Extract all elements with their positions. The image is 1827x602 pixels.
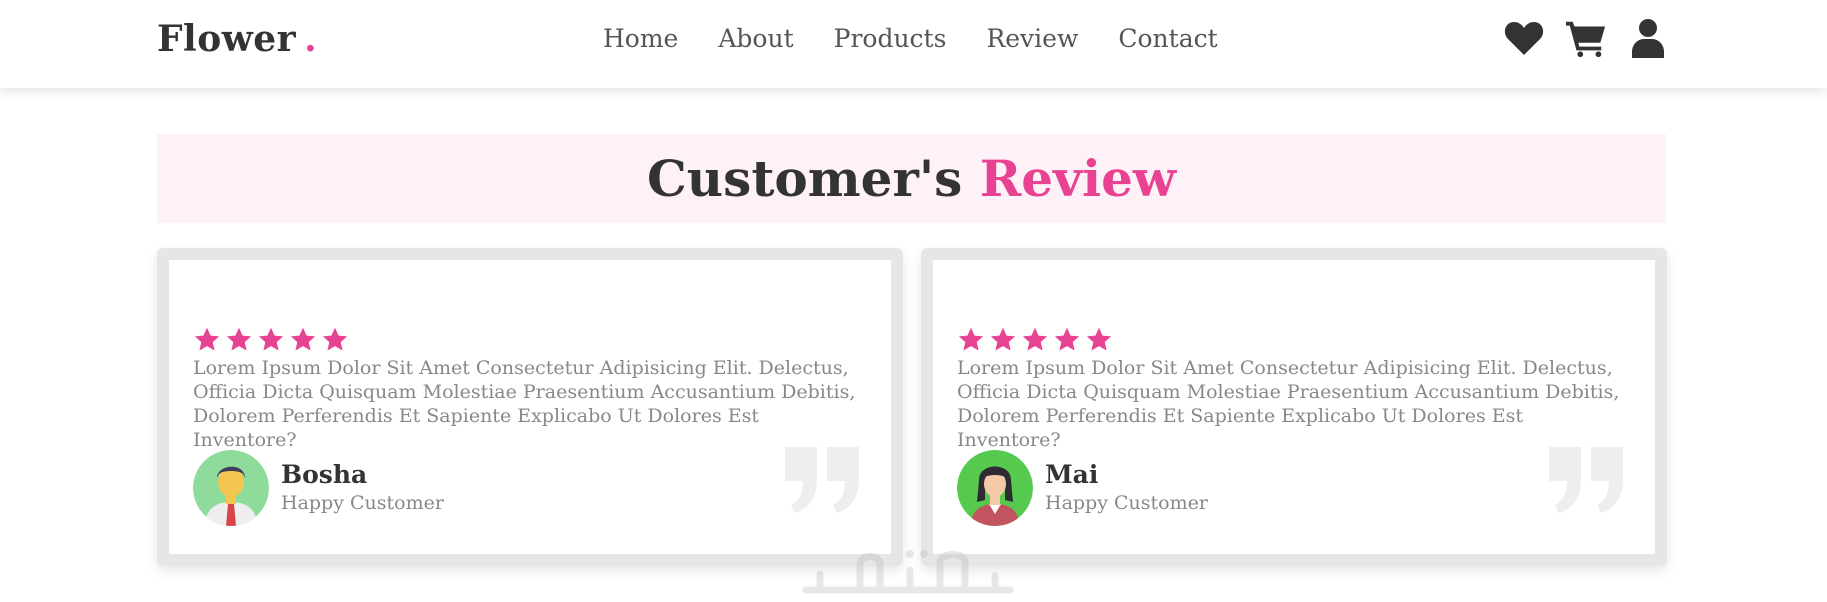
nav-products[interactable]: Products xyxy=(834,24,947,53)
star-icon xyxy=(258,327,284,351)
star-icon xyxy=(1054,327,1080,351)
site-header: Flower. Home About Products Review Conta… xyxy=(0,0,1827,88)
reviewer-role: Happy Customer xyxy=(281,492,444,514)
main-nav: Home About Products Review Contact xyxy=(603,24,1218,53)
star-icon xyxy=(226,327,252,351)
quote-icon xyxy=(785,447,859,513)
review-text: Lorem Ipsum Dolor Sit Amet Consectetur A… xyxy=(193,357,856,451)
star-rating xyxy=(193,326,349,354)
reviewer-name: Mai xyxy=(1045,460,1099,489)
nav-contact[interactable]: Contact xyxy=(1118,24,1217,53)
star-icon xyxy=(990,327,1016,351)
user-icon[interactable] xyxy=(1627,17,1669,59)
star-icon xyxy=(322,327,348,351)
nav-review[interactable]: Review xyxy=(986,24,1078,53)
logo-dot: . xyxy=(304,18,318,60)
star-rating xyxy=(957,326,1113,354)
watermark-logo xyxy=(802,550,1014,594)
avatar xyxy=(957,450,1033,526)
star-icon xyxy=(958,327,984,351)
star-icon xyxy=(1022,327,1048,351)
review-text: Lorem Ipsum Dolor Sit Amet Consectetur A… xyxy=(957,357,1620,451)
header-icons xyxy=(1503,17,1669,59)
section-heading-box: Customer's Review xyxy=(157,134,1666,223)
review-card: Lorem Ipsum Dolor Sit Amet Consectetur A… xyxy=(921,248,1667,566)
star-icon xyxy=(290,327,316,351)
reviewer-name: Bosha xyxy=(281,460,368,489)
reviewer-role: Happy Customer xyxy=(1045,492,1208,514)
logo-text: Flower xyxy=(157,18,297,60)
section-title-accent: Review xyxy=(979,149,1176,208)
star-icon xyxy=(194,327,220,351)
review-card: Lorem Ipsum Dolor Sit Amet Consectetur A… xyxy=(157,248,903,566)
star-icon xyxy=(1086,327,1112,351)
quote-icon xyxy=(1549,447,1623,513)
nav-about[interactable]: About xyxy=(718,24,793,53)
cart-icon[interactable] xyxy=(1565,17,1607,59)
section-title-main: Customer's xyxy=(647,149,963,208)
avatar xyxy=(193,450,269,526)
nav-home[interactable]: Home xyxy=(603,24,678,53)
section-title: Customer's Review xyxy=(647,149,1176,208)
heart-icon[interactable] xyxy=(1503,17,1545,59)
logo[interactable]: Flower. xyxy=(157,18,317,60)
